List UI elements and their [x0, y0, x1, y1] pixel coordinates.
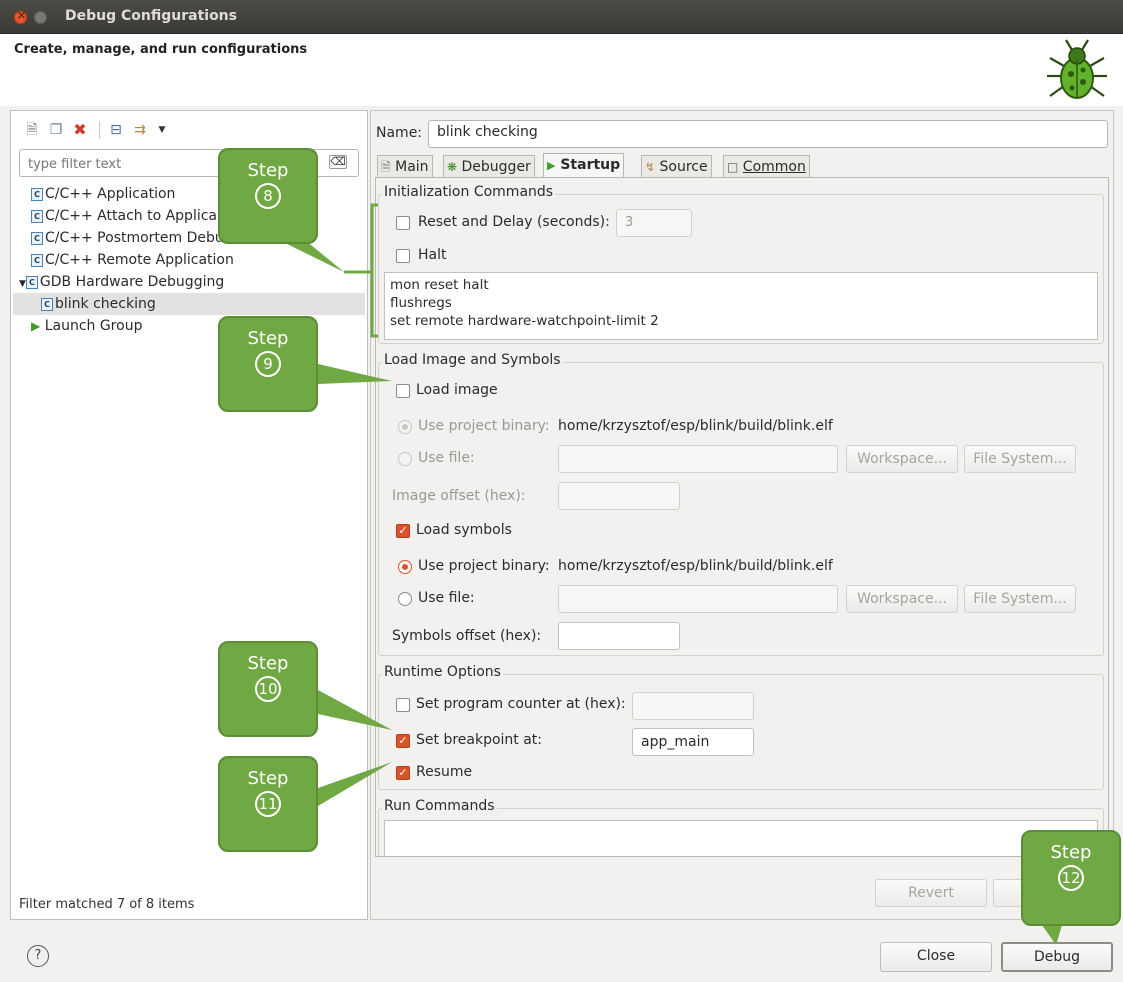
initialization-commands-title: Initialization Commands [382, 184, 556, 200]
image-offset-field[interactable] [558, 482, 680, 510]
close-button[interactable]: Close [880, 942, 992, 972]
step-callout: Step 12 [1021, 830, 1121, 926]
set-pc-field[interactable] [632, 692, 754, 720]
breakpoint-field[interactable]: app_main [632, 728, 754, 756]
filter-status: Filter matched 7 of 8 items [19, 897, 195, 912]
symbols-offset-field[interactable] [558, 622, 680, 650]
clear-filter-icon[interactable]: ⌫ [329, 155, 347, 169]
load-symbols-label: Load symbols [416, 522, 512, 538]
toolbar-separator [99, 121, 100, 139]
new-config-icon[interactable]: 🗎 [23, 121, 41, 139]
image-binary-path: home/krzysztof/esp/blink/build/blink.elf [558, 418, 833, 434]
dialog-header: Create, manage, and run configurations [0, 34, 1123, 106]
image-use-file-label: Use file: [418, 450, 475, 466]
c-config-icon: C [25, 275, 38, 289]
minimize-window-icon[interactable] [34, 11, 47, 24]
title-bar: Debug Configurations [0, 0, 1123, 34]
collapse-all-icon[interactable]: ⊟ [107, 121, 125, 139]
common-icon: □ [727, 160, 739, 174]
set-breakpoint-checkbox[interactable]: ✓ [396, 734, 410, 748]
symbols-offset-label: Symbols offset (hex): [392, 628, 542, 644]
debug-button[interactable]: Debug [1001, 942, 1113, 972]
c-config-icon: C [31, 253, 43, 267]
resume-checkbox[interactable]: ✓ [396, 766, 410, 780]
reset-delay-checkbox[interactable] [396, 216, 410, 230]
set-pc-label: Set program counter at (hex): [416, 696, 626, 712]
symbols-use-project-binary-radio[interactable] [398, 560, 412, 574]
doc-icon: 🗎 [381, 160, 391, 174]
image-workspace-button[interactable]: Workspace... [846, 445, 958, 473]
name-label: Name: [376, 125, 423, 141]
symbols-use-file-radio[interactable] [398, 592, 412, 606]
tab-startup[interactable]: ▶ Startup [543, 153, 625, 177]
tab-common[interactable]: □ Common [723, 155, 810, 177]
tab-main[interactable]: 🗎 Main [377, 155, 433, 177]
bug-tab-icon: ❋ [447, 160, 458, 174]
load-image-checkbox[interactable] [396, 384, 410, 398]
c-config-icon: C [31, 187, 43, 201]
launch-icon: ▶ [31, 319, 41, 333]
run-commands-title: Run Commands [382, 798, 497, 814]
runtime-options-title: Runtime Options [382, 664, 503, 680]
load-symbols-checkbox[interactable]: ✓ [396, 524, 410, 538]
set-breakpoint-label: Set breakpoint at: [416, 732, 543, 748]
help-icon[interactable]: ? [27, 945, 49, 967]
image-file-system-button[interactable]: File System... [964, 445, 1076, 473]
init-commands-textarea[interactable]: mon reset halt flushregs set remote hard… [384, 272, 1098, 340]
symbols-use-file-label: Use file: [418, 590, 475, 606]
tab-source[interactable]: ↯ Source [641, 155, 712, 177]
symbols-file-field[interactable] [558, 585, 838, 613]
init-command-line: set remote hardware-watchpoint-limit 2 [390, 313, 659, 329]
image-use-project-binary-label: Use project binary: [418, 418, 550, 434]
source-icon: ↯ [645, 160, 656, 174]
step-callout: Step 9 [218, 316, 318, 412]
tree-item-gdb-hardware[interactable]: ▼ C GDB Hardware Debugging [13, 271, 365, 293]
step-callout: Step 10 [218, 641, 318, 737]
c-config-icon: C [31, 231, 43, 245]
symbols-file-system-button[interactable]: File System... [964, 585, 1076, 613]
halt-label: Halt [418, 247, 447, 263]
symbols-workspace-button[interactable]: Workspace... [846, 585, 958, 613]
c-config-icon: C [41, 297, 53, 311]
delete-config-icon[interactable]: ✖ [71, 121, 89, 139]
c-config-icon: C [31, 209, 43, 223]
duplicate-config-icon[interactable]: ❐ [47, 121, 65, 139]
filter-icon[interactable]: ⇉ [131, 121, 149, 139]
tab-debugger[interactable]: ❋ Debugger [443, 155, 535, 177]
reset-delay-label: Reset and Delay (seconds): [418, 214, 610, 230]
step-callout: Step 8 [218, 148, 318, 244]
step-callout: Step 11 [218, 756, 318, 852]
init-command-line: mon reset halt [390, 277, 489, 293]
name-field[interactable]: blink checking [428, 120, 1108, 148]
image-file-field[interactable] [558, 445, 838, 473]
dialog-subtitle: Create, manage, and run configurations [14, 42, 308, 57]
init-command-line: flushregs [390, 295, 452, 311]
tree-item-cpp-remote[interactable]: C C/C++ Remote Application [13, 249, 365, 271]
run-commands-textarea[interactable] [384, 820, 1098, 856]
chevron-down-icon[interactable]: ▼ [153, 121, 171, 139]
resume-label: Resume [416, 764, 473, 780]
load-image-label: Load image [416, 382, 498, 398]
reset-delay-field[interactable]: 3 [616, 209, 692, 237]
symbols-binary-path: home/krzysztof/esp/blink/build/blink.elf [558, 558, 833, 574]
tree-item-blink-checking[interactable]: Cblink checking [13, 293, 365, 315]
window-title: Debug Configurations [65, 8, 237, 24]
set-pc-checkbox[interactable] [396, 698, 410, 712]
halt-checkbox[interactable] [396, 249, 410, 263]
image-use-project-binary-radio[interactable] [398, 420, 412, 434]
expand-arrow-icon[interactable]: ▼ [19, 279, 26, 289]
image-offset-label: Image offset (hex): [392, 488, 526, 504]
load-image-symbols-title: Load Image and Symbols [382, 352, 563, 368]
play-icon: ▶ [547, 159, 556, 172]
startup-tab-content: Initialization Commands Reset and Delay … [375, 177, 1109, 857]
image-use-file-radio[interactable] [398, 452, 412, 466]
symbols-use-project-binary-label: Use project binary: [418, 558, 550, 574]
close-window-icon[interactable] [14, 8, 27, 24]
revert-button[interactable]: Revert [875, 879, 987, 907]
bug-icon [1047, 39, 1107, 99]
configuration-editor: Name: blink checking 🗎 Main ❋ Debugger ▶… [370, 110, 1114, 920]
